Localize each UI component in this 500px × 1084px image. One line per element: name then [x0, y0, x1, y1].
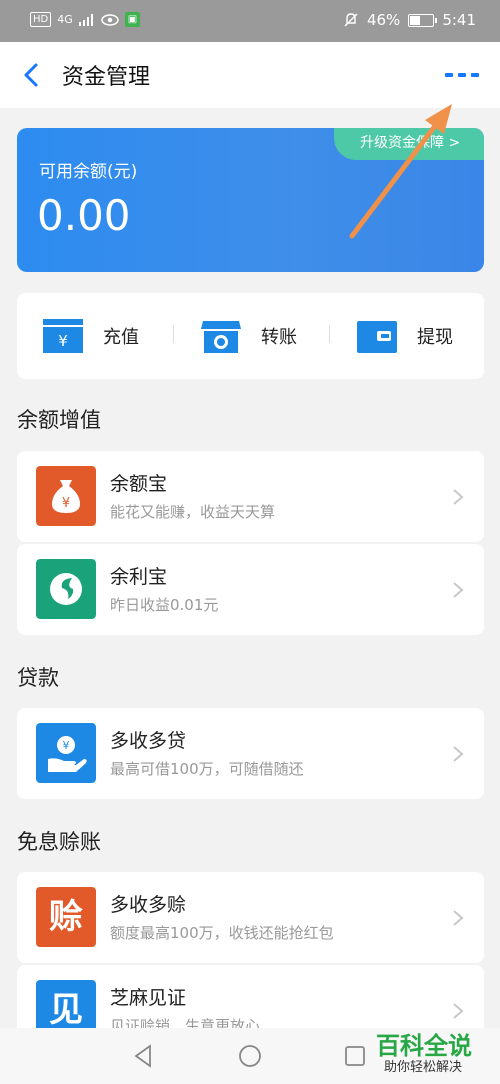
item-name: 多收多赊	[110, 894, 187, 916]
chevron-right-icon	[453, 582, 464, 598]
withdraw-button[interactable]: 提现	[357, 319, 453, 353]
status-bar: HD 4G ▣ 46% 5:41	[0, 0, 500, 42]
battery-percent: 46%	[366, 11, 401, 29]
svg-text:¥: ¥	[62, 496, 70, 511]
signal-bars-icon	[78, 13, 93, 26]
home-circle-icon[interactable]	[238, 1044, 262, 1068]
divider	[329, 325, 330, 343]
svg-text:¥: ¥	[63, 739, 70, 752]
balance-card[interactable]: 升级资金保障 > 可用余额(元) 0.00	[17, 128, 484, 272]
recharge-button[interactable]: ¥ 充值	[43, 319, 139, 353]
section-title-loan: 贷款	[17, 666, 59, 690]
withdraw-icon	[357, 321, 397, 353]
quick-actions: ¥ 充值 转账 提现	[17, 293, 484, 379]
item-desc: 最高可借100万，可随借随还	[110, 760, 304, 778]
item-desc: 额度最高100万，收钱还能抢红包	[110, 924, 334, 942]
balance-label: 可用余额(元)	[39, 162, 138, 182]
back-triangle-icon[interactable]	[132, 1044, 154, 1068]
upgrade-fund-protection-button[interactable]: 升级资金保障 >	[334, 128, 484, 160]
list-item-duoshou-daikuan[interactable]: ¥ 多收多贷 最高可借100万，可随借随还	[17, 708, 484, 799]
item-name: 芝麻见证	[110, 987, 187, 1009]
page-title: 资金管理	[62, 65, 151, 90]
chevron-left-icon[interactable]	[18, 60, 46, 90]
mute-icon	[344, 13, 358, 27]
signal-icon: 4G	[57, 13, 73, 26]
recharge-icon: ¥	[43, 319, 83, 353]
more-dots-icon[interactable]	[440, 62, 484, 88]
hd-indicator: HD	[30, 12, 52, 27]
eye-icon	[101, 13, 119, 26]
withdraw-label: 提现	[417, 327, 453, 348]
app-notification-icon: ▣	[124, 12, 141, 27]
watermark-logo: 百科全说 助你轻松解决	[376, 1026, 500, 1082]
she-char-icon: 赊	[36, 887, 96, 947]
item-name: 余利宝	[110, 566, 168, 588]
svg-text:¥: ¥	[58, 332, 68, 350]
recents-square-icon[interactable]	[344, 1045, 366, 1067]
loan-hand-icon: ¥	[36, 723, 96, 783]
chevron-right-icon	[453, 1003, 464, 1019]
section-title-interest-free: 免息赊账	[17, 830, 101, 854]
clock: 5:41	[442, 11, 476, 29]
chevron-right-icon	[453, 746, 464, 762]
list-item-yulibao[interactable]: 余利宝 昨日收益0.01元	[17, 544, 484, 635]
item-name: 余额宝	[110, 473, 168, 495]
nav-header: 资金管理	[0, 42, 500, 108]
list-item-duoshou-shezhang[interactable]: 赊 多收多赊 额度最高100万，收钱还能抢红包	[17, 872, 484, 963]
chevron-right-icon	[453, 489, 464, 505]
item-name: 多收多贷	[110, 730, 187, 752]
money-bag-icon: ¥	[36, 466, 96, 526]
yulibao-icon	[36, 559, 96, 619]
recharge-label: 充值	[103, 327, 139, 348]
transfer-icon	[201, 321, 241, 353]
transfer-label: 转账	[261, 327, 297, 348]
divider	[173, 325, 174, 343]
item-desc: 昨日收益0.01元	[110, 596, 219, 614]
list-item-yuebao[interactable]: ¥ 余额宝 能花又能赚，收益天天算	[17, 451, 484, 542]
chevron-right-icon	[453, 910, 464, 926]
item-desc: 能花又能赚，收益天天算	[110, 503, 276, 521]
watermark-subtitle: 助你轻松解决	[384, 1060, 463, 1075]
balance-value: 0.00	[37, 191, 131, 240]
transfer-button[interactable]: 转账	[201, 319, 297, 353]
battery-icon	[408, 13, 438, 27]
section-title-balance-growth: 余额增值	[17, 408, 101, 432]
